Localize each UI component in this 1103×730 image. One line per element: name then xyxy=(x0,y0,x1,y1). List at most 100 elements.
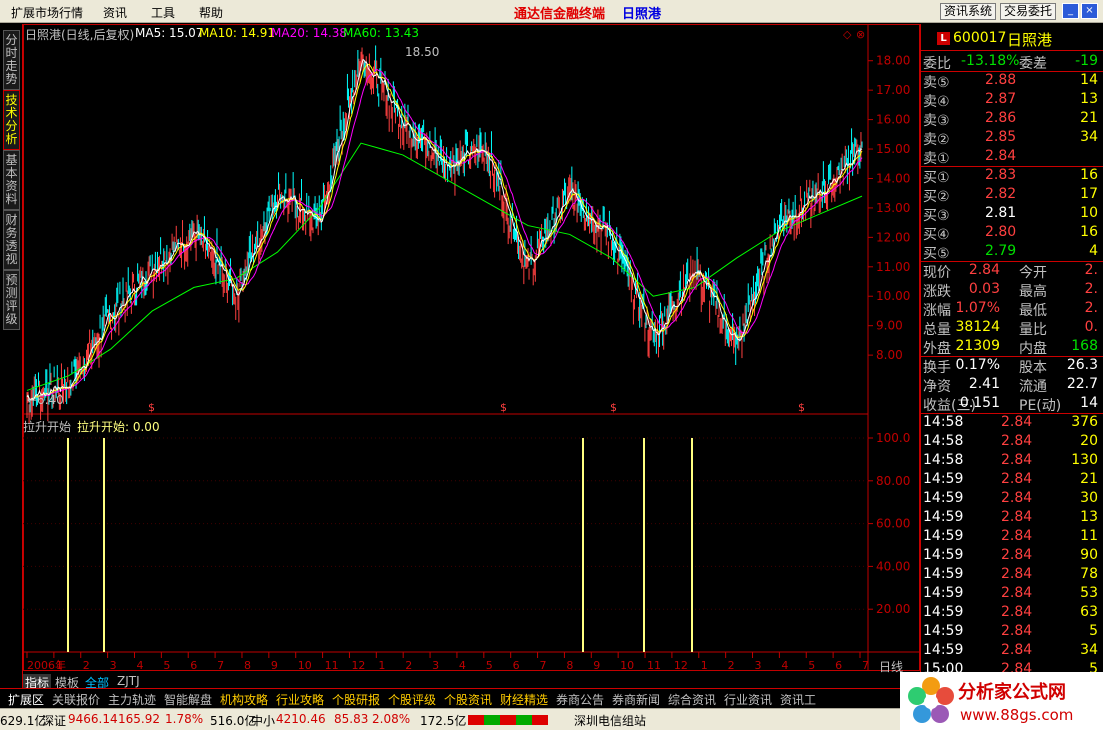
bottom-tab-11[interactable]: 券商新闻 xyxy=(612,691,660,708)
y-tick-label: 14.00 xyxy=(876,171,910,185)
x-tick-label: 4 xyxy=(459,659,466,672)
kline-chart[interactable]: 8.009.0010.0011.0012.0013.0014.0015.0016… xyxy=(23,24,920,688)
bottom-tab-0[interactable]: 扩展区 xyxy=(8,691,44,708)
stat2-label-2: 股本 xyxy=(1019,360,1047,376)
tick-time: 14:59 xyxy=(923,604,964,620)
x-tick-label: 5 xyxy=(808,659,815,672)
tab-basic-info-label: 基本资料 xyxy=(5,153,18,206)
y-tick-label: 18.00 xyxy=(876,54,910,68)
stat2-label: 净资 xyxy=(923,379,951,395)
bottom-tab-10[interactable]: 券商公告 xyxy=(556,691,604,708)
tick-price: 2.84 xyxy=(1001,642,1033,658)
left-tab-strip: 分时走势 技术分析 基本资料 财务透视 预测评级 xyxy=(0,24,23,688)
tab-basic-info[interactable]: 基本资料 xyxy=(3,150,20,210)
close-icon[interactable]: × xyxy=(1081,3,1098,19)
status-sz-pct: 1.78% xyxy=(165,712,204,726)
menu-item-tools[interactable]: 工具 xyxy=(151,4,175,21)
ask-row: 卖② 2.85 34 xyxy=(921,129,1103,148)
tab-finance[interactable]: 财务透视 xyxy=(3,210,20,270)
tick-volume: 13 xyxy=(1080,509,1098,525)
stat2-label-2: 流通 xyxy=(1019,379,1047,395)
signal-marker: $ xyxy=(148,401,155,414)
x-tick-label: 1 xyxy=(378,659,385,672)
stat-value-2: 168 xyxy=(1071,338,1098,354)
x-tick-label: 3 xyxy=(110,659,117,672)
ask-row: 卖① 2.84 xyxy=(921,148,1103,167)
stat2-value-2: 22.7 xyxy=(1066,376,1098,392)
bottom-tab-13[interactable]: 行业资讯 xyxy=(724,691,772,708)
bottom-tab-6[interactable]: 个股研报 xyxy=(332,691,380,708)
bottom-tab-4[interactable]: 机构攻略 xyxy=(220,691,268,708)
chart-frame xyxy=(23,24,920,671)
bid-row: 买① 2.83 16 xyxy=(921,167,1103,186)
status-sz-index: 9466.14 xyxy=(68,712,118,726)
status-server: 深圳电信组站 xyxy=(574,714,647,728)
weibi-value: -13.18% xyxy=(961,53,1020,69)
bid-label: 买⑤ xyxy=(923,246,950,262)
tab-intraday-label: 分时走势 xyxy=(5,33,18,86)
x-tick-label: 2 xyxy=(83,659,90,672)
tick-row: 14:58 2.84 20 xyxy=(921,433,1103,451)
trade-button[interactable]: 交易委托 xyxy=(1000,3,1057,20)
ask-price: 2.85 xyxy=(985,129,1017,145)
tick-row: 14:59 2.84 53 xyxy=(921,585,1103,603)
menu-item-help[interactable]: 帮助 xyxy=(199,4,223,21)
tab-intraday[interactable]: 分时走势 xyxy=(3,30,20,90)
indicator-tick-label: 20.00 xyxy=(876,602,910,616)
bottom-tab-3[interactable]: 智能解盘 xyxy=(164,691,212,708)
status-sz-change: 165.92 xyxy=(118,712,160,726)
tab-rating[interactable]: 预测评级 xyxy=(3,270,20,330)
minimize-icon[interactable]: _ xyxy=(1062,3,1079,19)
tab-zjtj[interactable]: ZJTJ xyxy=(117,674,140,688)
stat-label-2: 量比 xyxy=(1019,322,1047,338)
stat-row: 外盘 21309 内盘 168 xyxy=(921,338,1103,357)
x-tick-label: 1 xyxy=(701,659,708,672)
news-system-button[interactable]: 资讯系统 xyxy=(940,3,997,20)
indicator-tick-label: 40.00 xyxy=(876,559,910,573)
bottom-tab-5[interactable]: 行业攻略 xyxy=(276,691,324,708)
bid-row: 买② 2.82 17 xyxy=(921,186,1103,205)
tick-volume: 34 xyxy=(1080,642,1098,658)
bid-volume: 16 xyxy=(1080,224,1098,240)
stat-label-2: 最低 xyxy=(1019,303,1047,319)
tab-technical[interactable]: 技术分析 xyxy=(3,90,20,150)
x-tick-label: 4 xyxy=(136,659,143,672)
menu-item-news[interactable]: 资讯 xyxy=(103,4,127,21)
chart-area[interactable]: 8.00 9.00 10.00 11.00 12.00 13.00 14.00 15.00 16… xyxy=(23,24,920,691)
x-tick-label: 10 xyxy=(620,659,634,672)
ma20-label: MA20: 14.38 xyxy=(271,26,348,40)
indicator-name: 拉升开始 xyxy=(23,420,72,434)
stat2-value-2: 26.3 xyxy=(1066,357,1098,373)
tick-price: 2.84 xyxy=(1001,490,1033,506)
bottom-tab-9[interactable]: 财经精选 xyxy=(500,691,548,708)
ma20-line xyxy=(26,68,863,401)
stat-label: 总量 xyxy=(923,322,951,338)
bottom-tab-8[interactable]: 个股资讯 xyxy=(444,691,492,708)
menu-item-market[interactable]: 扩展市场行情 xyxy=(11,4,83,21)
bottom-tab-14[interactable]: 资讯工 xyxy=(780,691,816,708)
bid-price: 2.83 xyxy=(985,167,1017,183)
status-sme-index: 4210.46 xyxy=(276,712,326,726)
bid-price: 2.80 xyxy=(985,224,1017,240)
bottom-tab-7[interactable]: 个股评级 xyxy=(388,691,436,708)
bottom-tab-12[interactable]: 综合资讯 xyxy=(668,691,716,708)
tick-price: 2.84 xyxy=(1001,528,1033,544)
indicator-value: 拉升开始: 0.00 xyxy=(77,420,160,434)
status-turnover-sz: 516.0亿 xyxy=(210,714,257,728)
x-tick-label: 6 xyxy=(513,659,520,672)
bid-price: 2.79 xyxy=(985,243,1017,259)
y-tick-label: 17.00 xyxy=(876,83,910,97)
chart-header-name: 日照港(日线,后复权) xyxy=(25,28,135,42)
tick-price: 2.84 xyxy=(1001,566,1033,582)
x-tick-label: 12 xyxy=(351,659,365,672)
bottom-tab-2[interactable]: 主力轨迹 xyxy=(108,691,156,708)
flower-logo-icon xyxy=(908,677,954,723)
y-tick-label: 10.00 xyxy=(876,289,910,303)
stat-value-2: 2. xyxy=(1084,300,1098,316)
bid-volume: 17 xyxy=(1080,186,1098,202)
ask-volume: 34 xyxy=(1080,129,1098,145)
indicator-tick-label: 100.0 xyxy=(876,431,910,445)
bottom-tab-1[interactable]: 关联报价 xyxy=(52,691,100,708)
x-tick-label: 6 xyxy=(835,659,842,672)
ma5-label: MA5: 15.07 xyxy=(135,26,204,40)
